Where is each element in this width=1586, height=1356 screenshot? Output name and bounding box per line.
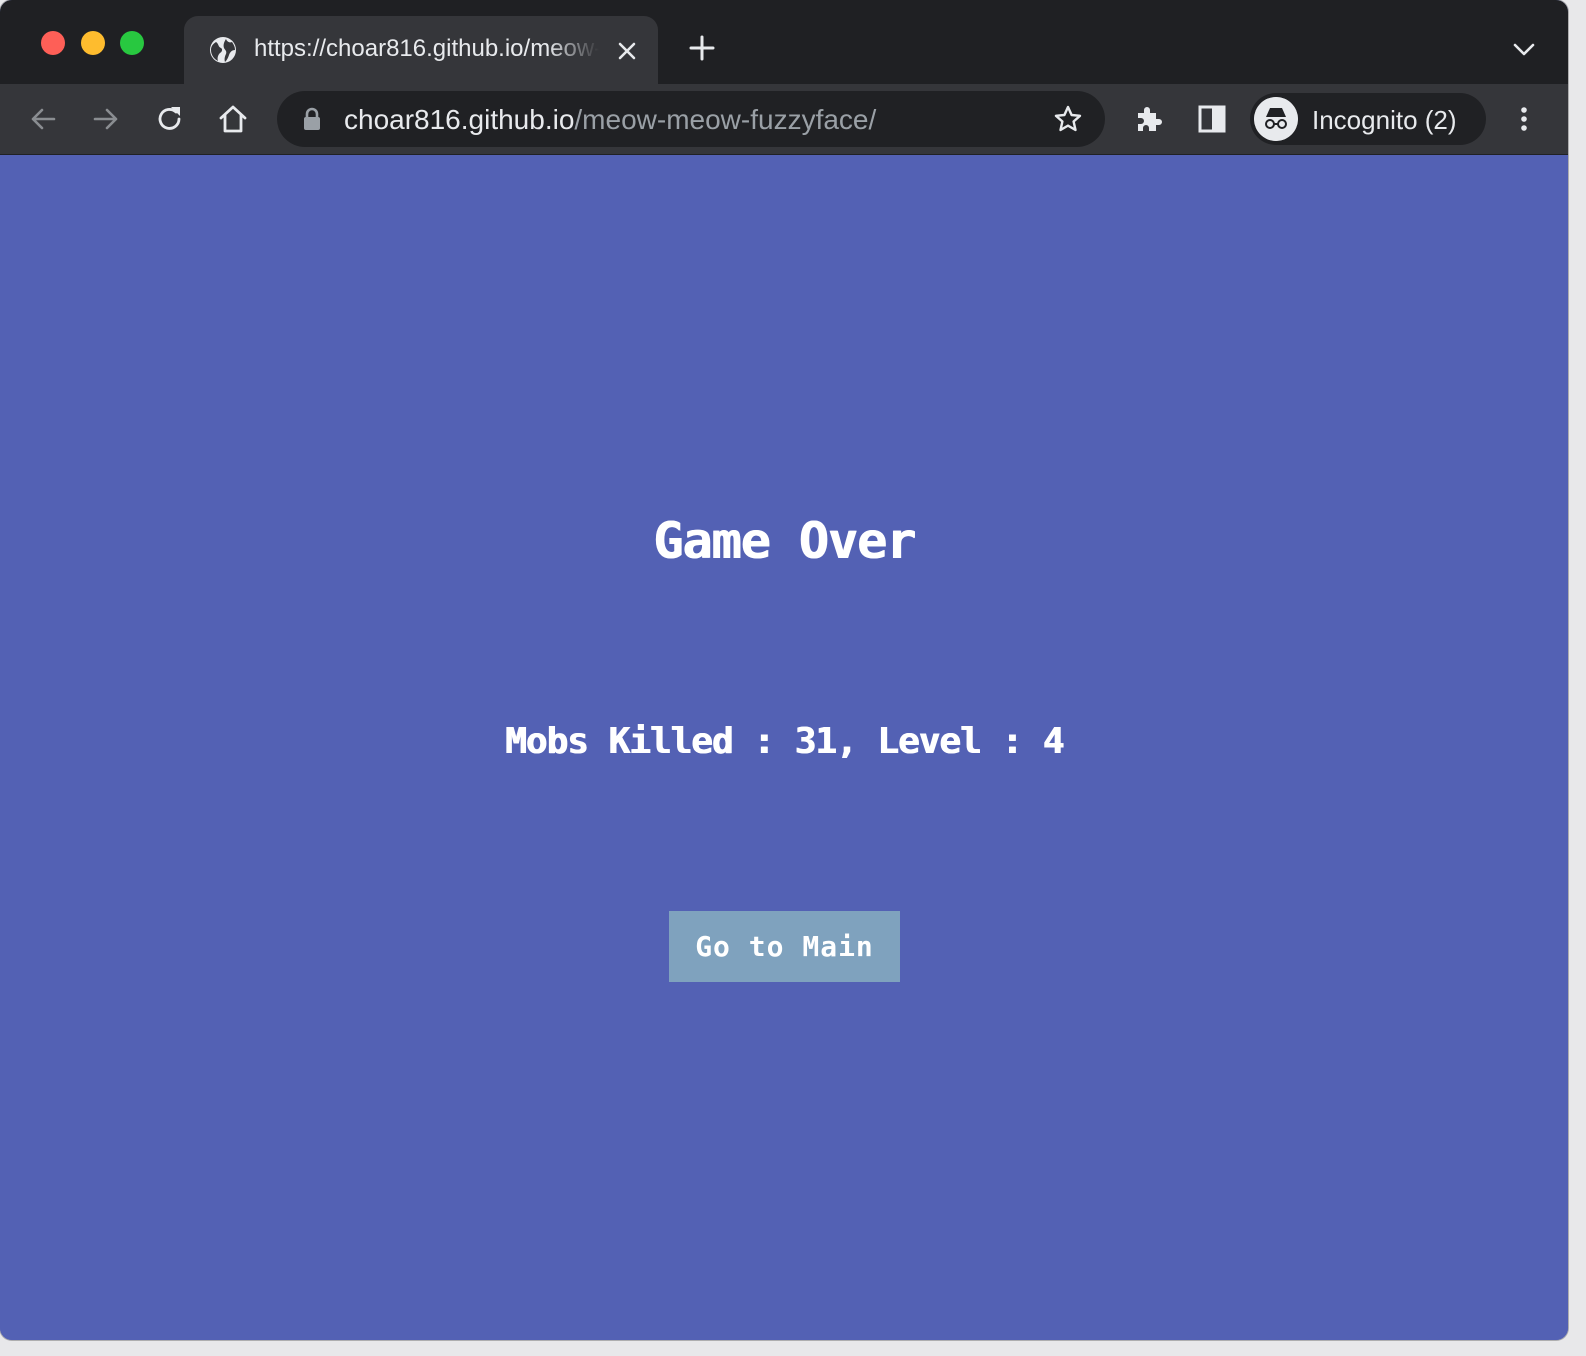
maximize-window-button[interactable] [120,31,144,55]
plus-icon[interactable] [688,34,716,62]
star-icon[interactable] [1053,104,1083,134]
game-over-title: Game Over [653,512,916,570]
url-path: /meow-meow-fuzzyface/ [574,104,877,135]
mobs-label: Mobs Killed [504,721,733,762]
level-value: 4 [1042,721,1064,762]
tab-title: https://choar816.github.io/meow-meow-fuz… [254,35,599,62]
comma: , [835,721,878,762]
close-window-button[interactable] [41,31,65,55]
lock-icon[interactable] [301,107,323,131]
incognito-icon [1254,97,1298,141]
tab-strip: https://choar816.github.io/meow-meow-fuz… [0,0,1568,84]
forward-icon[interactable] [90,103,122,135]
game-screen: Game Over Mobs Killed : 31, Level : 4 Go… [0,155,1568,1340]
reload-icon[interactable] [154,103,186,135]
url-host: choar816.github.io [344,104,575,135]
extensions-icon[interactable] [1133,103,1165,135]
game-stats: Mobs Killed : 31, Level : 4 [0,721,1568,762]
separator: : [732,721,795,762]
mobs-killed-value: 31 [794,721,836,762]
tab-active[interactable]: https://choar816.github.io/meow-meow-fuz… [184,16,658,84]
globe-icon [210,37,236,63]
minimize-window-button[interactable] [81,31,105,55]
separator: : [980,721,1043,762]
url-text[interactable]: choar816.github.io/meow-meow-fuzzyface/ [344,104,876,136]
close-icon[interactable] [614,38,640,64]
home-icon[interactable] [217,103,249,135]
address-bar[interactable]: choar816.github.io/meow-meow-fuzzyface/ [277,91,1105,147]
level-label: Level [877,721,981,762]
incognito-profile-button[interactable]: Incognito (2) [1250,93,1486,145]
menu-icon[interactable] [1508,103,1540,135]
chevron-down-icon[interactable] [1511,38,1537,60]
side-panel-icon[interactable] [1196,103,1228,135]
browser-window: https://choar816.github.io/meow-meow-fuz… [0,0,1568,1340]
go-to-main-button[interactable]: Go to Main [669,911,900,982]
profile-label: Incognito (2) [1312,105,1457,135]
back-icon[interactable] [27,103,59,135]
browser-toolbar: choar816.github.io/meow-meow-fuzzyface/ … [0,84,1568,155]
